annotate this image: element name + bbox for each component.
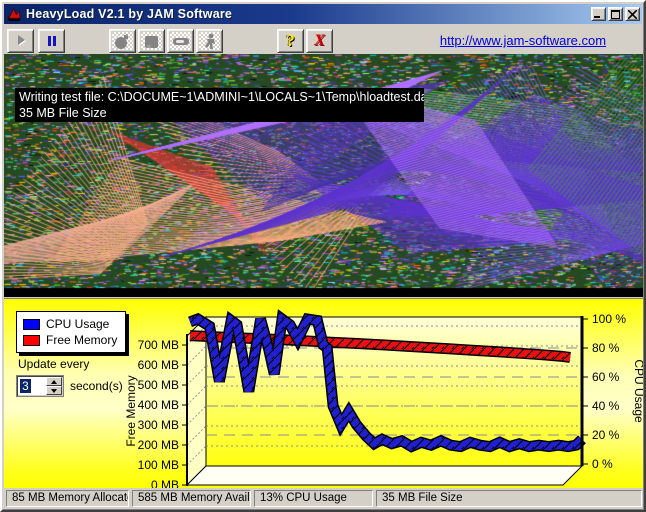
- homepage-link[interactable]: http://www.jam-software.com: [434, 33, 612, 48]
- legend-label-memory: Free Memory: [46, 333, 117, 347]
- figure-icon: [202, 33, 218, 50]
- play-icon: [15, 35, 27, 47]
- svg-text:600 MB: 600 MB: [138, 358, 179, 372]
- start-button[interactable]: [7, 29, 34, 53]
- update-every-label: Update every: [18, 357, 89, 371]
- down-arrow-icon: [51, 389, 57, 393]
- minimize-button[interactable]: [591, 7, 606, 21]
- spinner-up-button[interactable]: [46, 377, 62, 386]
- help-button[interactable]: ?: [277, 29, 304, 53]
- seconds-label: second(s): [70, 379, 123, 393]
- bomb-icon: [114, 33, 131, 50]
- exit-icon: X: [314, 32, 325, 50]
- test-status-overlay: Writing test file: C:\DOCUME~1\ADMINI~1\…: [15, 88, 424, 122]
- svg-text:700 MB: 700 MB: [138, 338, 179, 352]
- maximize-button[interactable]: [608, 7, 623, 21]
- pause-icon: [46, 35, 58, 47]
- status-memory-available: 585 MB Memory Available: [132, 490, 251, 507]
- simulate-cpu-button[interactable]: [196, 29, 223, 53]
- heavyload-window: HeavyLoad V2.1 by JAM Software: [0, 0, 646, 512]
- svg-text:100 %: 100 %: [592, 312, 626, 326]
- overlay-line1: Writing test file: C:\DOCUME~1\ADMINI~1\…: [19, 89, 420, 105]
- svg-text:200 MB: 200 MB: [138, 438, 179, 452]
- svg-text:400 MB: 400 MB: [138, 398, 179, 412]
- status-bar: 85 MB Memory Allocated 585 MB Memory Ava…: [4, 488, 644, 508]
- legend-label-cpu: CPU Usage: [46, 317, 109, 331]
- pause-button[interactable]: [38, 29, 65, 53]
- gdi-stress-button[interactable]: [109, 29, 136, 53]
- help-icon: ?: [286, 31, 295, 51]
- up-arrow-icon: [51, 380, 57, 384]
- title-bar[interactable]: HeavyLoad V2.1 by JAM Software: [4, 4, 642, 24]
- svg-text:80 %: 80 %: [592, 341, 620, 355]
- maximize-icon: [611, 10, 620, 19]
- update-interval-spinner[interactable]: 3: [16, 375, 64, 397]
- svg-text:500 MB: 500 MB: [138, 378, 179, 392]
- svg-text:CPU Usage: CPU Usage: [632, 359, 644, 423]
- memory-block-icon: [143, 33, 160, 50]
- app-icon: [7, 7, 22, 22]
- legend-item-cpu: CPU Usage: [23, 316, 117, 332]
- disk-icon: [172, 33, 190, 50]
- legend-item-memory: Free Memory: [23, 332, 117, 348]
- window-title: HeavyLoad V2.1 by JAM Software: [26, 7, 232, 21]
- svg-text:300 MB: 300 MB: [138, 418, 179, 432]
- allocate-memory-button[interactable]: [138, 29, 165, 53]
- exit-button[interactable]: X: [306, 29, 333, 53]
- spinner-down-button[interactable]: [46, 386, 62, 395]
- svg-text:20 %: 20 %: [592, 428, 620, 442]
- write-test-file-button[interactable]: [167, 29, 194, 53]
- svg-text:0 %: 0 %: [592, 457, 613, 471]
- svg-text:60 %: 60 %: [592, 370, 620, 384]
- close-button[interactable]: [625, 7, 640, 21]
- close-icon: [628, 10, 637, 19]
- spinner-value[interactable]: 3: [17, 376, 46, 396]
- cpu-usage-swatch: [23, 319, 40, 330]
- minimize-icon: [594, 10, 603, 19]
- status-memory-allocated: 85 MB Memory Allocated: [6, 490, 129, 507]
- toolbar: ? X http://www.jam-software.com: [4, 26, 642, 54]
- stress-graphics-area: Writing test file: C:\DOCUME~1\ADMINI~1\…: [4, 54, 644, 297]
- svg-text:Free Memory: Free Memory: [124, 375, 138, 446]
- status-cpu-usage: 13% CPU Usage: [254, 490, 373, 507]
- status-file-size: 35 MB File Size: [376, 490, 642, 507]
- svg-text:40 %: 40 %: [592, 399, 620, 413]
- overlay-line2: 35 MB File Size: [19, 105, 420, 121]
- chart-legend: CPU Usage Free Memory: [16, 311, 126, 353]
- chart-panel: 0 MB100 MB200 MB300 MB400 MB500 MB600 MB…: [4, 298, 644, 489]
- free-memory-swatch: [23, 335, 40, 346]
- svg-text:100 MB: 100 MB: [138, 458, 179, 472]
